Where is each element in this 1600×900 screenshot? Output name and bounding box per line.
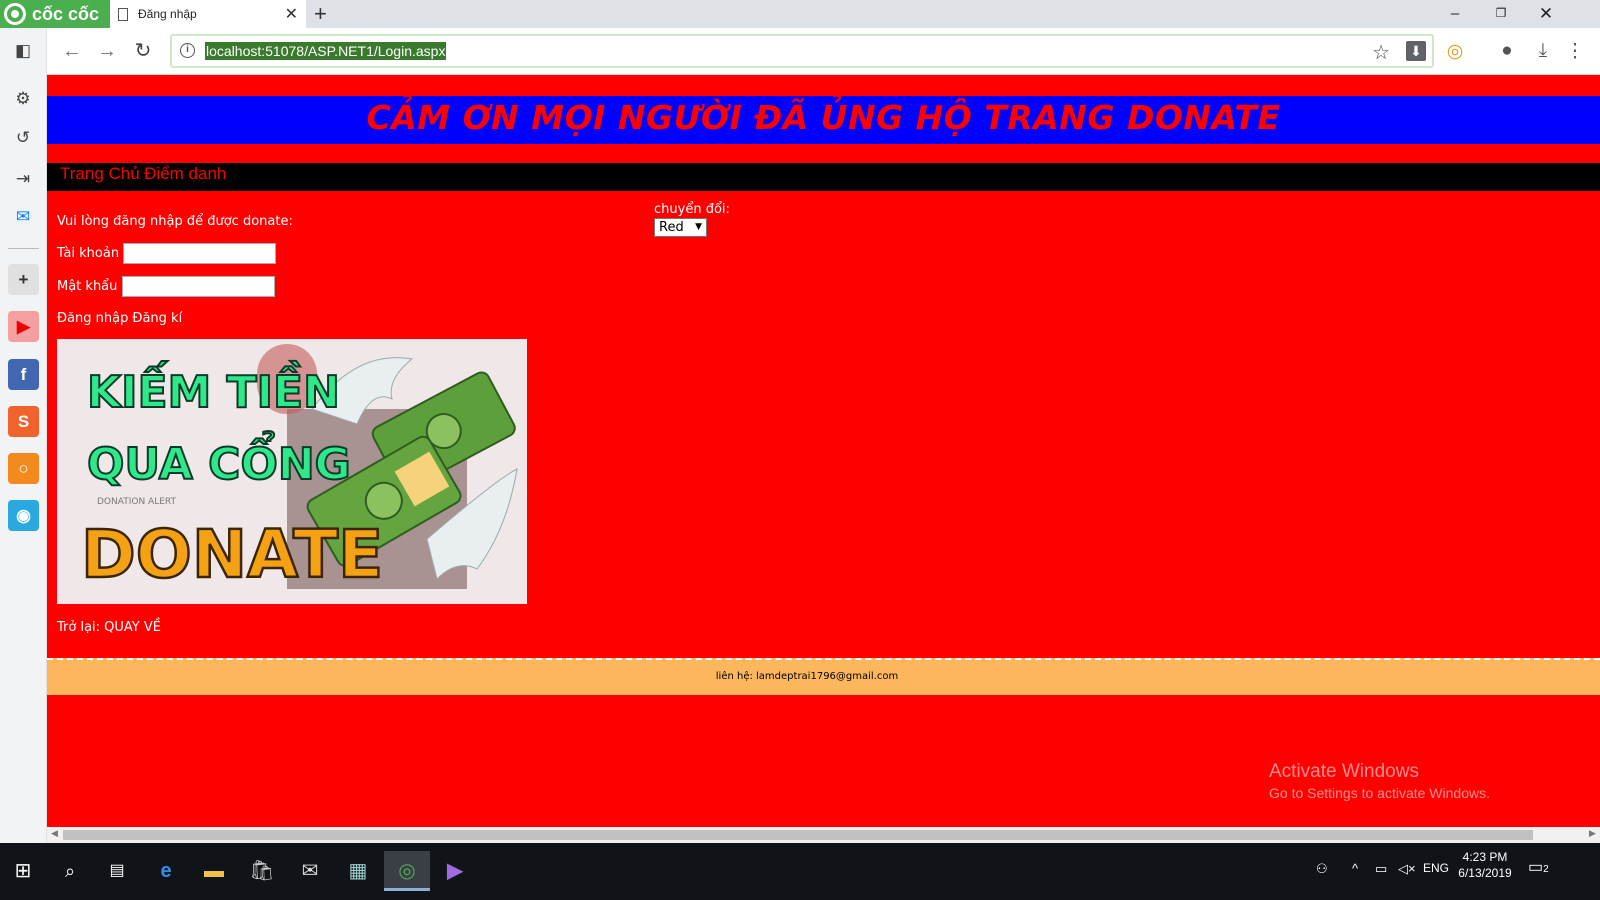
browser-tab[interactable]: Đăng nhập ✕ xyxy=(110,0,306,28)
download-video-icon[interactable]: ⬇ xyxy=(1406,41,1426,61)
web-page: CẢM ƠN MỌI NGƯỜI ĐÃ ỦNG HỘ TRANG DONATE … xyxy=(47,75,1600,827)
history-icon[interactable]: ↺ xyxy=(12,127,34,149)
search-app-icon[interactable]: ○ xyxy=(8,453,39,484)
watermark-title: Activate Windows xyxy=(1269,761,1419,782)
minimize-icon[interactable]: – xyxy=(1432,0,1478,28)
restore-icon[interactable]: ❐ xyxy=(1478,0,1524,28)
shopee-icon[interactable]: S xyxy=(8,406,39,437)
register-link[interactable]: Đăng kí xyxy=(132,311,182,326)
tab-title: Đăng nhập xyxy=(138,7,197,21)
back-label: Trở lại: xyxy=(57,620,101,635)
back-arrow-icon[interactable]: ← xyxy=(60,40,84,62)
banner: CẢM ƠN MỌI NGƯỜI ĐÃ ỦNG HỘ TRANG DONATE xyxy=(47,96,1600,144)
store-icon[interactable]: 🛍 xyxy=(242,851,282,891)
theme-select[interactable]: Red ▼ xyxy=(654,218,707,237)
sidebar-toggle-icon[interactable]: ◧ xyxy=(12,40,34,62)
new-tab-button[interactable]: + xyxy=(314,0,327,28)
site-nav: Trang Chủ Điểm danh xyxy=(47,163,1600,191)
settings-icon[interactable]: ⚙ xyxy=(12,88,34,110)
volume-icon[interactable]: ◁× xyxy=(1398,861,1416,877)
browser-toolbar: ← → ↻ i localhost:51078/ASP.NET1/Login.a… xyxy=(47,28,1600,75)
coccoc-logo-icon xyxy=(4,3,26,25)
taskbar-clock[interactable]: 4:23 PM 6/13/2019 xyxy=(1455,849,1515,881)
tab-close-icon[interactable]: ✕ xyxy=(285,4,298,24)
footer-contact: liên hệ: lamdeptrai1796@gmail.com xyxy=(715,671,899,682)
back-row: Trở lại: QUAY VỀ xyxy=(57,620,161,635)
login-link[interactable]: Đăng nhập xyxy=(57,311,128,326)
image-line2: QUA CỔNG xyxy=(87,430,351,490)
file-explorer-icon[interactable]: ▬ xyxy=(194,851,234,891)
url-text[interactable]: localhost:51078/ASP.NET1/Login.aspx xyxy=(205,42,447,60)
coccoc-extension-icon[interactable]: ◎ xyxy=(1443,40,1467,63)
browser-sidebar: ◧ ⚙ ↺ ⇥ ✉ + ▶ f S ○ ◉ xyxy=(0,28,47,843)
password-input[interactable] xyxy=(122,276,275,297)
login-icon[interactable]: ⇥ xyxy=(12,168,34,190)
theme-switch-label: chuyển đổi: xyxy=(654,202,730,217)
coccoc-taskbar-icon[interactable]: ◎ xyxy=(384,851,430,891)
network-icon[interactable]: ▭ xyxy=(1375,861,1387,877)
bookmark-star-icon[interactable]: ☆ xyxy=(1372,40,1390,65)
people-icon[interactable]: ⚇ xyxy=(1316,861,1328,877)
account-icon[interactable]: ● xyxy=(1495,40,1519,62)
media-app-icon[interactable]: ◉ xyxy=(8,500,39,531)
coccoc-logo[interactable]: cốc cốc xyxy=(0,0,110,28)
youtube-icon[interactable]: ▶ xyxy=(8,311,39,342)
horizontal-scrollbar[interactable]: ◀ ▶ xyxy=(47,827,1600,843)
back-link[interactable]: QUAY VỀ xyxy=(104,620,161,635)
facebook-icon[interactable]: f xyxy=(8,359,39,390)
sidebar-divider xyxy=(8,248,39,249)
language-indicator[interactable]: ENG xyxy=(1423,861,1449,875)
brand-name: cốc cốc xyxy=(32,3,100,24)
dropdown-arrow-icon: ▼ xyxy=(695,222,702,232)
mail-icon[interactable]: ✉ xyxy=(290,851,330,891)
image-small-text: DONATION ALERT xyxy=(97,497,176,507)
theme-select-value: Red xyxy=(659,220,684,235)
search-icon[interactable]: ⌕ xyxy=(50,851,90,891)
image-line3: DONATE xyxy=(81,516,383,593)
donate-banner-image: KIẾM TIỀN QUA CỔNG DONATION ALERT DONATE xyxy=(57,339,527,604)
address-bar[interactable]: i localhost:51078/ASP.NET1/Login.aspx ☆ … xyxy=(170,34,1434,68)
visual-studio-icon[interactable]: ▶ xyxy=(435,851,475,891)
page-icon xyxy=(118,7,128,21)
notification-icon[interactable]: ▭2 xyxy=(1528,857,1549,877)
reload-icon[interactable]: ↻ xyxy=(131,40,155,62)
donate-illustration: KIẾM TIỀN QUA CỔNG DONATION ALERT DONATE xyxy=(57,339,527,604)
forward-arrow-icon[interactable]: → xyxy=(95,40,119,62)
close-window-icon[interactable]: ✕ xyxy=(1523,0,1569,28)
image-line1: KIẾM TIỀN xyxy=(87,360,340,418)
banner-title: CẢM ƠN MỌI NGƯỜI ĐÃ ỦNG HỘ TRANG DONATE xyxy=(366,98,1281,137)
nav-home-link[interactable]: Trang Chủ xyxy=(60,164,140,183)
scrollbar-thumb[interactable] xyxy=(63,830,1533,840)
windows-taskbar: ⊞ ⌕ ▤ e ▬ 🛍 ✉ ▦ ◎ ▶ ⚇ ^ ▭ ◁× ENG 4:23 PM… xyxy=(0,843,1600,900)
login-actions: Đăng nhập Đăng kí xyxy=(57,311,186,326)
notification-count: 2 xyxy=(1543,864,1549,875)
login-prompt: Vui lòng đăng nhập để được donate: xyxy=(57,214,293,229)
task-view-icon[interactable]: ▤ xyxy=(97,851,137,891)
browser-titlebar: cốc cốc Đăng nhập ✕ + – ❐ ✕ xyxy=(0,0,1600,28)
menu-icon[interactable]: ⋮ xyxy=(1563,40,1587,63)
username-input[interactable] xyxy=(123,243,276,264)
scroll-right-icon[interactable]: ▶ xyxy=(1589,828,1596,839)
scroll-left-icon[interactable]: ◀ xyxy=(51,828,58,839)
edge-icon[interactable]: e xyxy=(146,851,186,891)
password-label: Mật khẩu xyxy=(57,279,118,294)
page-footer: liên hệ: lamdeptrai1796@gmail.com xyxy=(47,658,1600,695)
activate-windows-watermark: Activate Windows Go to Settings to activ… xyxy=(1269,761,1490,801)
downloads-icon[interactable]: ⤓ xyxy=(1531,40,1555,62)
game-icon[interactable]: ▦ xyxy=(338,851,378,891)
clock-time: 4:23 PM xyxy=(1462,850,1508,864)
nav-attendance-link[interactable]: Điểm danh xyxy=(144,164,226,183)
site-info-icon[interactable]: i xyxy=(180,43,195,58)
add-app-icon[interactable]: + xyxy=(8,264,39,295)
clock-date: 6/13/2019 xyxy=(1458,866,1512,880)
start-icon[interactable]: ⊞ xyxy=(3,851,43,891)
tray-chevron-icon[interactable]: ^ xyxy=(1352,861,1358,876)
messenger-icon[interactable]: ✉ xyxy=(12,206,34,228)
watermark-subtitle: Go to Settings to activate Windows. xyxy=(1269,785,1490,801)
username-label: Tài khoản xyxy=(57,246,120,261)
